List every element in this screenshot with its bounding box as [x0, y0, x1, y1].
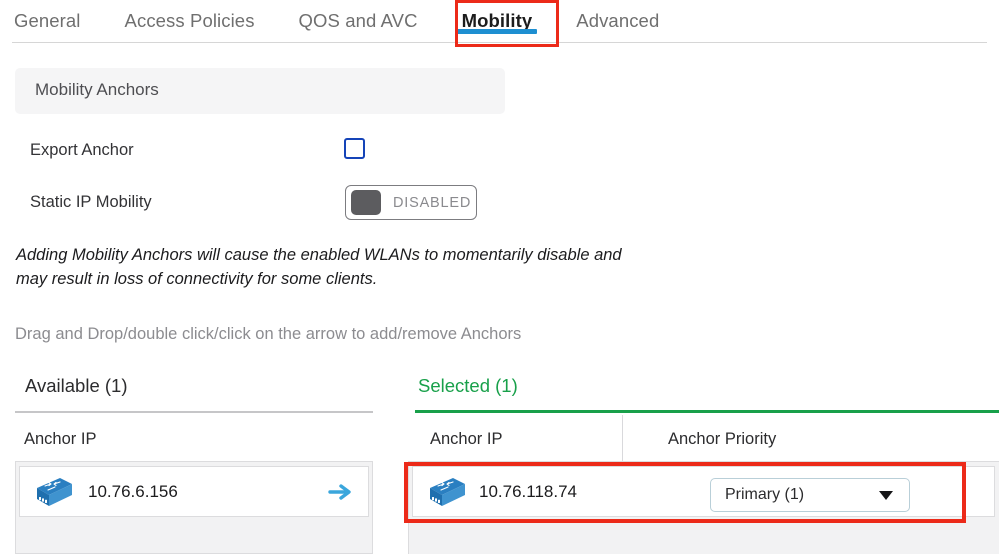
toggle-knob — [351, 190, 381, 215]
active-tab-indicator — [456, 29, 538, 34]
anchor-priority-dropdown[interactable]: Primary (1) — [710, 478, 910, 512]
switch-icon — [37, 477, 72, 506]
tab-access-policies-label: Access Policies — [124, 10, 255, 31]
selected-column-anchor-ip: Anchor IP — [430, 430, 503, 448]
static-ip-mobility-label: Static IP Mobility — [30, 193, 152, 211]
selected-column-anchor-priority: Anchor Priority — [668, 430, 777, 448]
tab-general-label: General — [14, 10, 81, 31]
switch-icon — [430, 477, 465, 506]
section-title: Mobility Anchors — [35, 80, 159, 99]
tab-access-policies[interactable]: Access Policies — [103, 0, 277, 32]
toggle-state-label: DISABLED — [393, 194, 472, 211]
export-anchor-checkbox[interactable] — [344, 138, 365, 159]
arrow-right-icon[interactable] — [328, 481, 352, 503]
warning-note: Adding Mobility Anchors will cause the e… — [16, 246, 622, 288]
available-column-anchor-ip: Anchor IP — [24, 430, 97, 448]
selected-pane-title: Selected (1) — [418, 375, 518, 396]
tab-list: General Access Policies QOS and AVC Mobi… — [0, 0, 681, 43]
tab-bar: General Access Policies QOS and AVC Mobi… — [0, 0, 999, 43]
tab-qos-and-avc[interactable]: QOS and AVC — [277, 0, 440, 32]
tab-qos-and-avc-label: QOS and AVC — [298, 10, 418, 31]
chevron-down-icon — [879, 490, 893, 500]
available-item-ip: 10.76.6.156 — [88, 481, 178, 501]
mobility-anchors-page: General Access Policies QOS and AVC Mobi… — [0, 0, 999, 554]
tab-mobility-label: Mobility — [461, 10, 533, 31]
tab-mobility[interactable]: Mobility — [440, 0, 555, 34]
drag-drop-hint: Drag and Drop/double click/click on the … — [15, 325, 522, 343]
selected-column-divider — [622, 415, 623, 461]
static-ip-mobility-toggle[interactable]: DISABLED — [345, 185, 477, 220]
available-pane-title: Available (1) — [25, 375, 128, 396]
selected-pane-divider — [415, 410, 999, 413]
available-pane-divider — [15, 411, 373, 413]
tab-advanced[interactable]: Advanced — [554, 0, 681, 32]
available-list-item[interactable]: 10.76.6.156 — [19, 466, 369, 517]
export-anchor-label: Export Anchor — [30, 141, 134, 159]
tab-general[interactable]: General — [0, 0, 103, 32]
tab-advanced-label: Advanced — [576, 10, 660, 31]
mobility-anchors-section-header: Mobility Anchors — [15, 68, 505, 114]
tab-bar-divider — [12, 42, 987, 43]
selected-item-ip: 10.76.118.74 — [479, 481, 577, 501]
anchor-priority-value: Primary (1) — [725, 486, 805, 503]
